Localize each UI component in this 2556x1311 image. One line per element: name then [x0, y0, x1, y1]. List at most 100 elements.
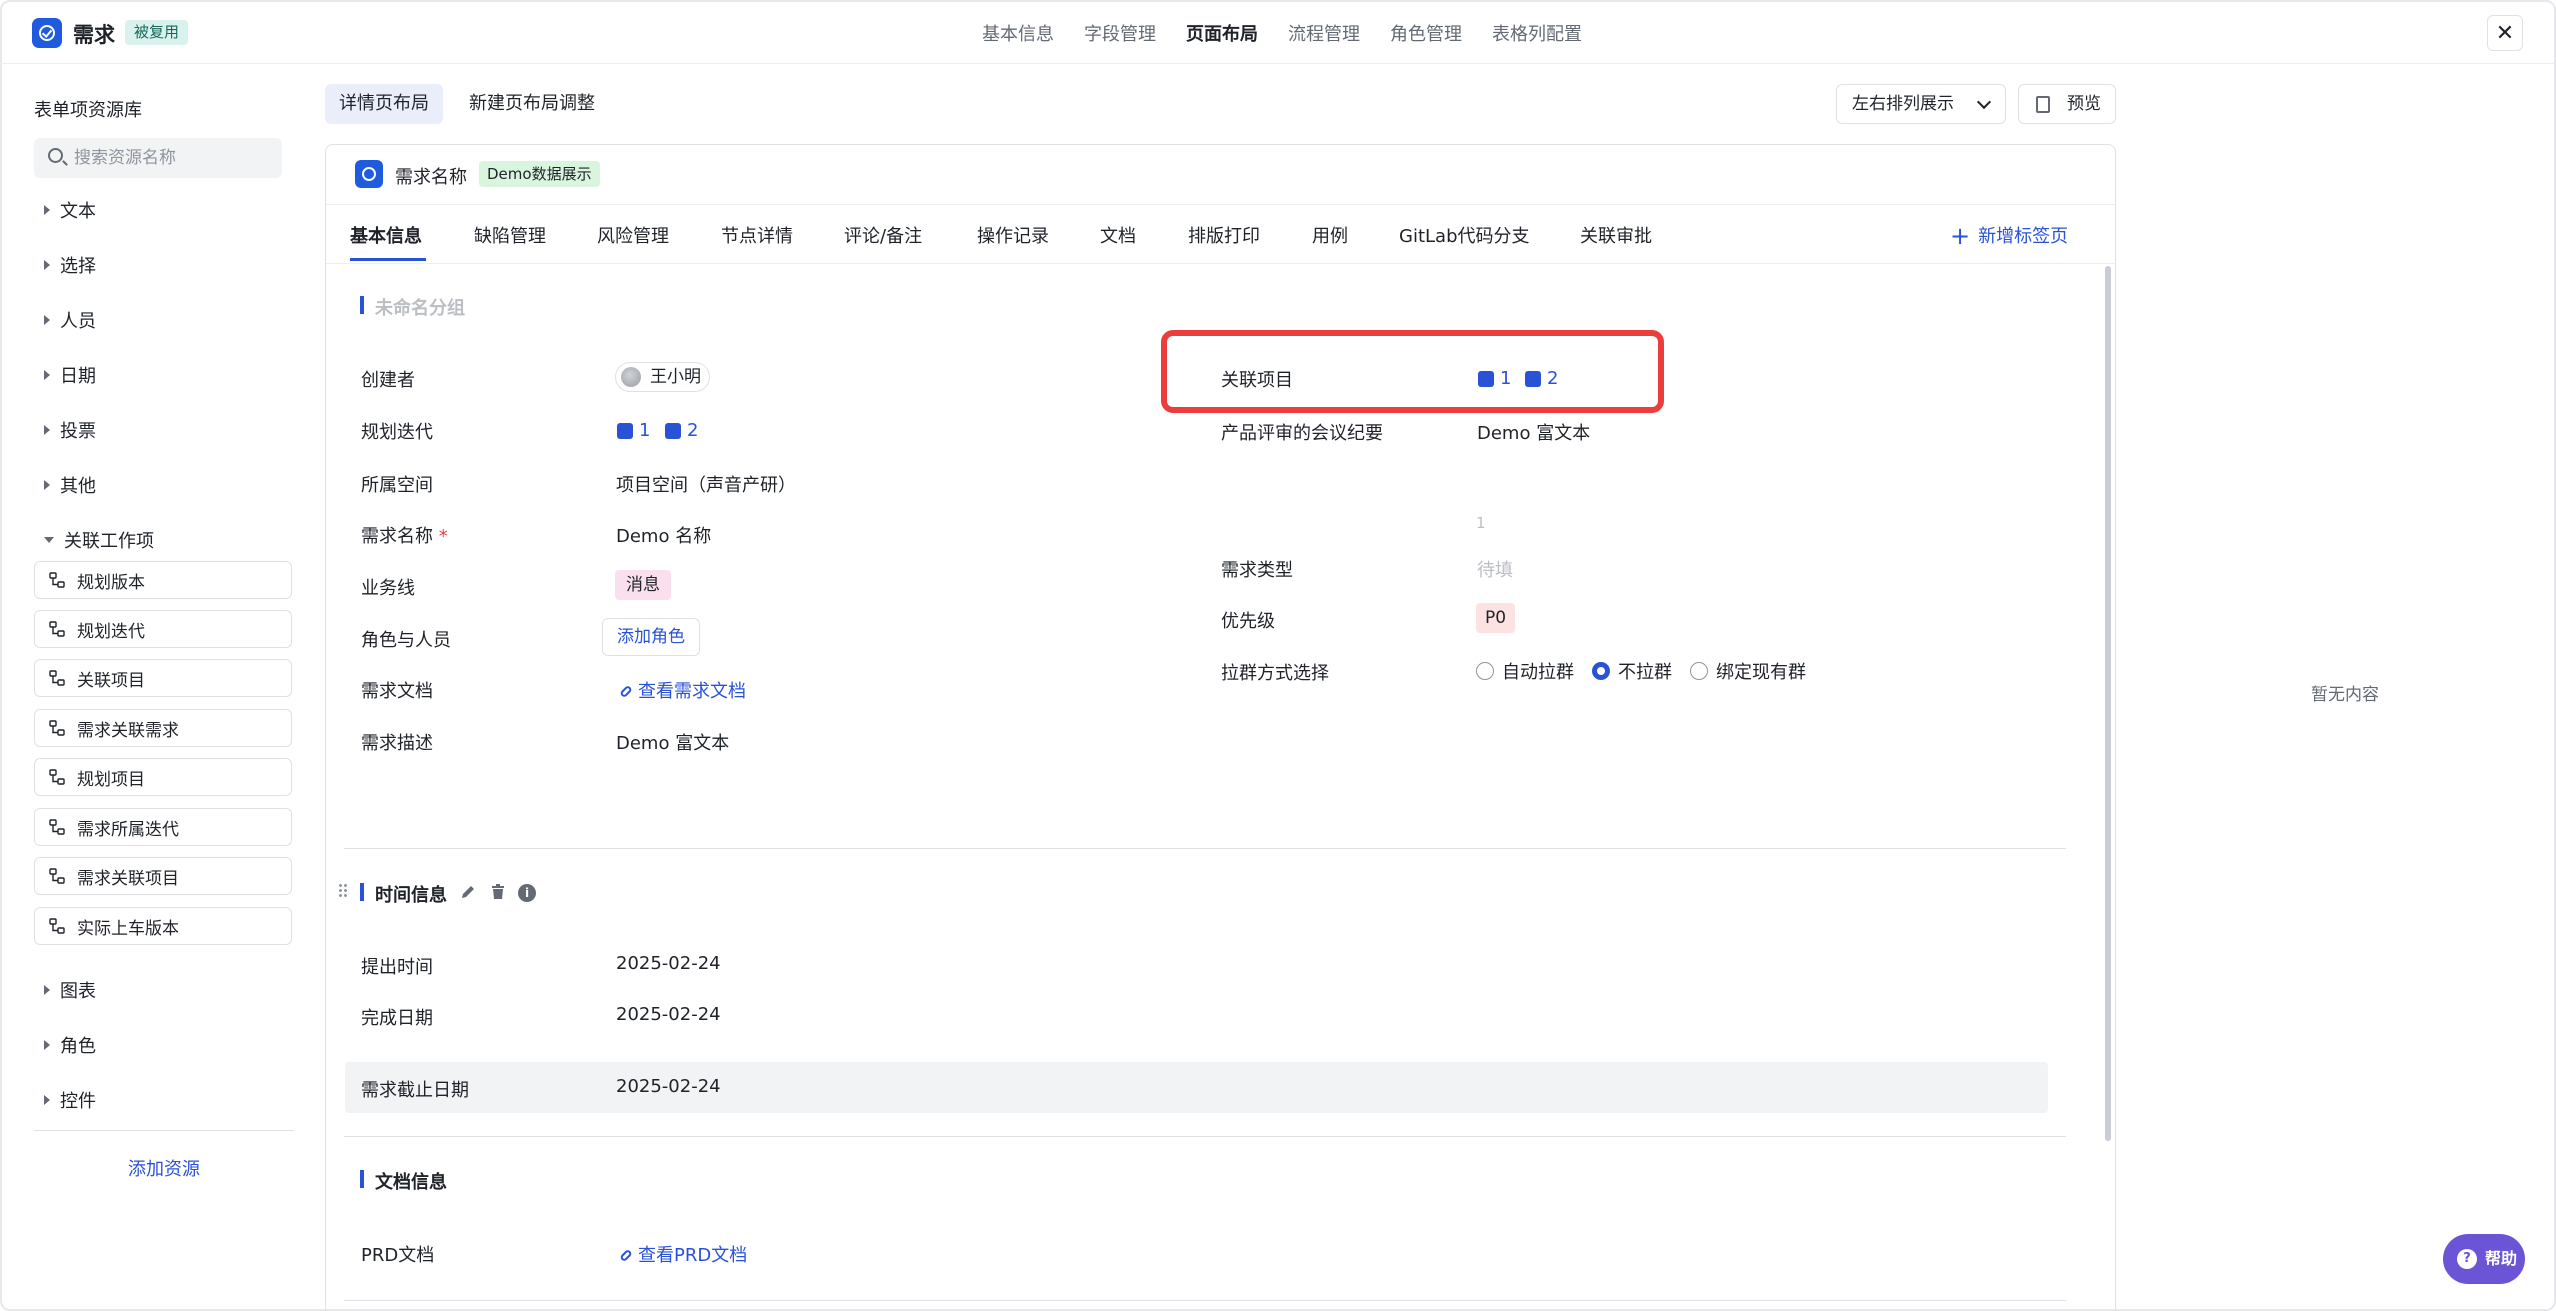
- section-title-time: 时间信息: [375, 885, 447, 906]
- radio-bind-existing[interactable]: [1690, 662, 1708, 680]
- resource-item[interactable]: 实际上车版本: [34, 907, 292, 945]
- sidebar-title: 表单项资源库: [34, 100, 142, 121]
- category-chart[interactable]: 图表: [44, 977, 96, 1003]
- sidebar-divider: [34, 1130, 294, 1131]
- resource-item[interactable]: 需求关联需求: [34, 709, 292, 747]
- field-label-group-method: 拉群方式选择: [1221, 663, 1329, 684]
- iteration-link[interactable]: 1: [617, 420, 650, 441]
- field-label-description: 需求描述: [361, 733, 433, 754]
- help-button[interactable]: ? 帮助: [2443, 1234, 2525, 1284]
- card-tab-operation-log[interactable]: 操作记录: [977, 222, 1049, 248]
- caret-right-icon: [44, 1095, 50, 1105]
- top-nav: 基本信息 字段管理 页面布局 流程管理 角色管理 表格列配置: [982, 20, 1612, 46]
- scrollbar[interactable]: [2105, 266, 2111, 1141]
- caret-right-icon: [44, 205, 50, 215]
- field-label-req-type: 需求类型: [1221, 560, 1293, 581]
- field-label-finish-date: 完成日期: [361, 1008, 433, 1029]
- field-value-req-type[interactable]: 待填: [1477, 556, 1513, 582]
- nav-role-management[interactable]: 角色管理: [1390, 20, 1462, 46]
- field-label-review-minutes: 产品评审的会议纪要: [1221, 423, 1383, 444]
- drag-handle-icon[interactable]: [338, 883, 348, 899]
- card-tab-docs[interactable]: 文档: [1100, 222, 1136, 248]
- category-date[interactable]: 日期: [44, 362, 96, 388]
- info-icon[interactable]: i: [518, 884, 536, 902]
- resource-item[interactable]: 规划迭代: [34, 610, 292, 648]
- card-tab-cases[interactable]: 用例: [1312, 222, 1348, 248]
- radio-no-group[interactable]: [1592, 662, 1610, 680]
- field-label-name: 需求名称 *: [361, 526, 448, 547]
- divider: [326, 204, 2115, 205]
- field-label-submit-time: 提出时间: [361, 957, 433, 978]
- empty-state-text: 暂无内容: [2311, 685, 2379, 705]
- category-person[interactable]: 人员: [44, 307, 96, 333]
- category-control[interactable]: 控件: [44, 1087, 96, 1113]
- trash-icon[interactable]: [489, 883, 507, 901]
- view-req-doc-link[interactable]: 查看需求文档: [619, 677, 746, 703]
- preview-button[interactable]: 预览: [2018, 84, 2116, 124]
- resource-item[interactable]: 关联项目: [34, 659, 292, 697]
- card-tab-gitlab[interactable]: GitLab代码分支: [1399, 222, 1530, 248]
- nav-field-management[interactable]: 字段管理: [1084, 20, 1156, 46]
- hovered-row[interactable]: [345, 1062, 2048, 1113]
- resource-search-input[interactable]: [74, 138, 274, 178]
- category-vote[interactable]: 投票: [44, 417, 96, 443]
- card-tab-basic-info[interactable]: 基本信息: [350, 222, 422, 248]
- field-value-review-minutes: Demo 富文本: [1477, 423, 1591, 444]
- caret-right-icon: [44, 315, 50, 325]
- caret-right-icon: [44, 260, 50, 270]
- add-tab-button[interactable]: + 新增标签页: [1950, 222, 2068, 250]
- resource-search: [34, 138, 282, 178]
- edit-icon[interactable]: [459, 883, 477, 901]
- resource-item[interactable]: 规划项目: [34, 758, 292, 796]
- tab-detail-layout[interactable]: 详情页布局: [325, 84, 443, 124]
- resource-item[interactable]: 需求关联项目: [34, 857, 292, 895]
- nav-flow-management[interactable]: 流程管理: [1288, 20, 1360, 46]
- field-value-name: Demo 名称: [616, 526, 712, 547]
- category-text[interactable]: 文本: [44, 197, 96, 223]
- question-icon: ?: [2457, 1249, 2477, 1269]
- field-label-creator: 创建者: [361, 370, 415, 391]
- plus-icon: +: [1950, 222, 1971, 250]
- group-method-radios: 自动拉群 不拉群 绑定现有群: [1476, 658, 1824, 684]
- layout-arrangement-select[interactable]: 左右排列展示: [1836, 84, 2006, 124]
- nav-basic-info[interactable]: 基本信息: [982, 20, 1054, 46]
- radio-auto-group[interactable]: [1476, 662, 1494, 680]
- iteration-icon: [665, 422, 681, 439]
- iteration-link[interactable]: 2: [665, 420, 698, 441]
- field-label-deadline: 需求截止日期: [361, 1080, 469, 1101]
- card-tab-risks[interactable]: 风险管理: [597, 222, 669, 248]
- resource-item[interactable]: 规划版本: [34, 561, 292, 599]
- category-select[interactable]: 选择: [44, 252, 96, 278]
- field-label-business-line: 业务线: [361, 578, 415, 599]
- card-tab-print[interactable]: 排版打印: [1188, 222, 1260, 248]
- app-title: 需求: [73, 23, 115, 47]
- category-linked-workitems[interactable]: 关联工作项: [44, 527, 154, 553]
- avatar: [621, 367, 641, 387]
- divider: [326, 263, 2115, 264]
- link-icon: [619, 684, 633, 699]
- add-resource-link[interactable]: 添加资源: [128, 1155, 200, 1181]
- nav-table-column-config[interactable]: 表格列配置: [1492, 20, 1582, 46]
- active-tab-indicator: [350, 258, 426, 261]
- category-other[interactable]: 其他: [44, 472, 96, 498]
- resource-item[interactable]: 需求所属迭代: [34, 808, 292, 846]
- section-marker: [360, 883, 364, 901]
- close-button[interactable]: ✕: [2487, 15, 2523, 51]
- nav-page-layout[interactable]: 页面布局: [1186, 20, 1258, 46]
- card-tab-comments[interactable]: 评论/备注: [844, 222, 922, 248]
- category-role[interactable]: 角色: [44, 1032, 96, 1058]
- card-tab-approvals[interactable]: 关联审批: [1580, 222, 1652, 248]
- add-role-button[interactable]: 添加角色: [602, 618, 700, 656]
- top-bar: 需求 被复用 基本信息 字段管理 页面布局 流程管理 角色管理 表格列配置 ✕: [0, 0, 2556, 64]
- tree-icon: [49, 621, 65, 637]
- card-tab-nodes[interactable]: 节点详情: [721, 222, 793, 248]
- highlight-annotation: [1161, 330, 1664, 413]
- field-label-space: 所属空间: [361, 475, 433, 496]
- tree-icon: [49, 572, 65, 588]
- view-prd-link[interactable]: 查看PRD文档: [619, 1241, 747, 1267]
- field-label-roles: 角色与人员: [361, 630, 451, 651]
- tab-create-layout[interactable]: 新建页布局调整: [455, 84, 609, 124]
- section-title-docs: 文档信息: [375, 1172, 447, 1193]
- tree-icon: [49, 918, 65, 934]
- card-tab-defects[interactable]: 缺陷管理: [474, 222, 546, 248]
